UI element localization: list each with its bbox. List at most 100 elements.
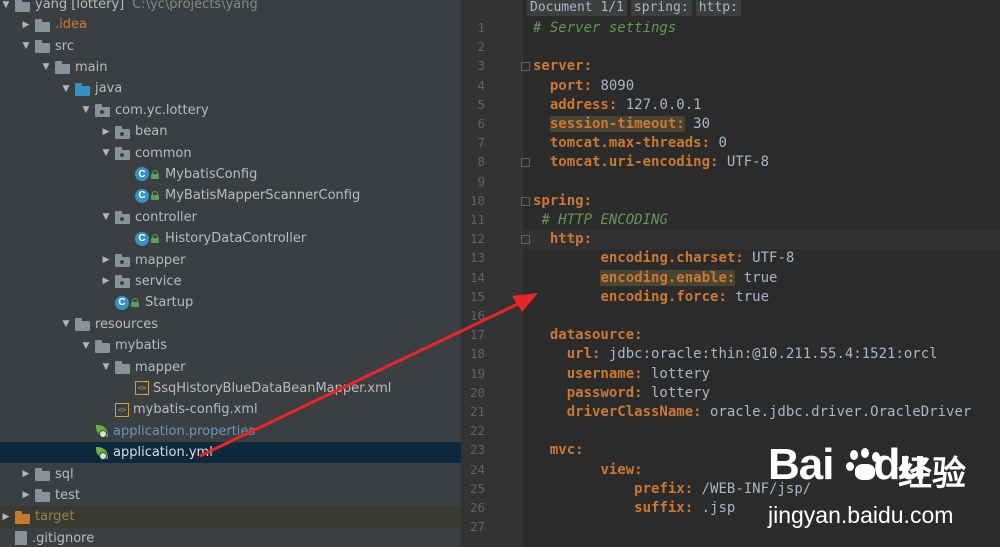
code-line[interactable]: datasource: (533, 326, 643, 345)
line-number: 19 (469, 365, 485, 381)
tree-item[interactable]: C MyBatisMapperScannerConfig (0, 185, 461, 206)
line-number: 26 (469, 500, 485, 515)
tree-item[interactable]: application.yml (0, 442, 461, 464)
tree-item[interactable]: ▼ main (0, 57, 461, 78)
line-number: 7 (477, 135, 485, 151)
chevron-down-icon[interactable]: ▼ (20, 41, 32, 51)
code-line[interactable]: session-timeout: 30 (533, 115, 710, 134)
tree-item-label: sql (55, 466, 74, 482)
tree-item-label: MyBatisMapperScannerConfig (165, 188, 361, 204)
code-line[interactable]: address: 127.0.0.1 (533, 96, 702, 115)
line-number: 11 (469, 212, 485, 227)
line-number: 16 (469, 308, 485, 323)
chevron-down-icon[interactable]: ▼ (100, 212, 112, 222)
tree-item[interactable]: ▶ test (0, 485, 461, 506)
chevron-right-icon[interactable]: ▶ (0, 512, 12, 522)
tree-item[interactable]: ▶ mapper (0, 249, 461, 270)
tree-item[interactable]: application.properties (0, 421, 461, 442)
line-number: 10 (469, 192, 485, 208)
chevron-down-icon[interactable]: ▼ (60, 84, 72, 94)
lock-icon (151, 169, 159, 179)
tree-item[interactable]: ▼ resources (0, 314, 461, 335)
chevron-down-icon[interactable]: ▼ (80, 105, 92, 115)
chevron-right-icon[interactable]: ▶ (100, 276, 112, 286)
code-line[interactable]: tomcat.max-threads: 0 (533, 134, 727, 153)
code-line[interactable]: password: lottery (533, 384, 710, 403)
code-line[interactable]: encoding.enable: true (533, 269, 777, 288)
code-line[interactable]: mvc: (533, 441, 584, 460)
tree-item[interactable]: ▶ target (0, 506, 461, 528)
tree-item[interactable]: ▶ sql (0, 463, 461, 484)
project-root-path: C:\yc\projects\yang (132, 0, 258, 13)
line-number: 9 (477, 173, 485, 189)
tree-item[interactable]: ▶ service (0, 271, 461, 292)
chevron-right-icon[interactable]: ▶ (20, 20, 32, 30)
line-number: 3 (477, 58, 485, 74)
tree-item[interactable]: .gitignore (0, 528, 461, 547)
xml-file-icon: <> (135, 381, 149, 396)
code-line[interactable]: view: (533, 461, 642, 480)
fold-marker-icon[interactable] (521, 235, 530, 245)
code-line[interactable]: # HTTP ENCODING (533, 211, 667, 230)
line-number: 14 (469, 269, 485, 285)
code-line[interactable]: server: (533, 57, 592, 76)
breadcrumb-item[interactable]: Document 1/1 (527, 0, 627, 16)
tree-item-label: controller (135, 209, 198, 225)
fold-marker-icon[interactable] (521, 158, 530, 168)
tree-item[interactable]: <> SsqHistoryBlueDataBeanMapper.xml (0, 378, 461, 399)
project-tree-panel: ▼ yang [lottery] C:\yc\projects\yang ▶ .i… (0, 0, 461, 547)
breadcrumb-item[interactable]: spring: (630, 0, 692, 16)
line-number: 8 (477, 154, 485, 170)
chevron-down-icon[interactable]: ▼ (0, 0, 12, 10)
code-line[interactable]: suffix: .jsp (533, 499, 735, 518)
code-line[interactable]: port: 8090 (533, 77, 634, 96)
code-line[interactable]: username: lottery (533, 365, 710, 384)
chevron-down-icon[interactable]: ▼ (60, 319, 72, 329)
tree-item[interactable]: ▶ .idea (0, 14, 461, 35)
tree-item-label: mapper (135, 359, 186, 375)
tree-item[interactable]: ▼ mybatis (0, 335, 461, 356)
tree-item-label: common (135, 145, 192, 161)
chevron-down-icon[interactable]: ▼ (100, 148, 112, 158)
chevron-right-icon[interactable]: ▶ (20, 490, 32, 500)
chevron-right-icon[interactable]: ▶ (20, 469, 32, 479)
package-icon (115, 253, 131, 268)
tree-item[interactable]: C HistoryDataController (0, 228, 461, 249)
tree-item[interactable]: C MybatisConfig (0, 164, 461, 185)
code-line[interactable]: tomcat.uri-encoding: UTF-8 (533, 153, 769, 172)
tree-item[interactable]: <> mybatis-config.xml (0, 399, 461, 420)
code-line[interactable]: encoding.charset: UTF-8 (533, 249, 794, 268)
code-line[interactable]: spring: (533, 192, 592, 211)
tree-item[interactable]: ▼ controller (0, 207, 461, 228)
fold-marker-icon[interactable] (521, 62, 530, 72)
file-icon (15, 531, 27, 546)
package-icon (95, 103, 111, 118)
chevron-down-icon[interactable]: ▼ (100, 362, 112, 372)
tree-item[interactable]: ▼ com.yc.lottery (0, 100, 461, 121)
code-line[interactable]: url: jdbc:oracle:thin:@10.211.55.4:1521:… (533, 345, 938, 364)
tree-item[interactable]: ▼ src (0, 35, 461, 56)
tree-item[interactable]: ▶ bean (0, 121, 461, 142)
chevron-right-icon[interactable]: ▶ (100, 255, 112, 265)
code-line[interactable]: http: (533, 230, 592, 249)
tree-item-label: .gitignore (32, 530, 95, 546)
line-number: 2 (477, 39, 485, 55)
breadcrumb-item[interactable]: http: (695, 0, 741, 16)
spring-config-icon (95, 446, 109, 460)
tree-item-label: Startup (145, 295, 194, 311)
fold-marker-icon[interactable] (521, 196, 530, 206)
code-line[interactable]: # Server settings (533, 19, 676, 38)
tree-item[interactable]: C Startup (0, 292, 461, 313)
chevron-down-icon[interactable]: ▼ (40, 62, 52, 72)
tree-item-label: .idea (55, 17, 87, 33)
tree-item[interactable]: ▼ common (0, 142, 461, 163)
chevron-right-icon[interactable]: ▶ (100, 127, 112, 137)
chevron-down-icon[interactable]: ▼ (80, 341, 92, 351)
code-line[interactable]: driverClassName: oracle.jdbc.driver.Orac… (533, 403, 972, 422)
line-number: 5 (477, 96, 485, 112)
tree-item-label: test (55, 487, 80, 503)
line-number: 12 (469, 231, 485, 247)
code-line[interactable]: encoding.force: true (533, 288, 769, 307)
tree-item[interactable]: ▼ mapper (0, 356, 461, 377)
tree-item[interactable]: ▼ java (0, 78, 461, 99)
